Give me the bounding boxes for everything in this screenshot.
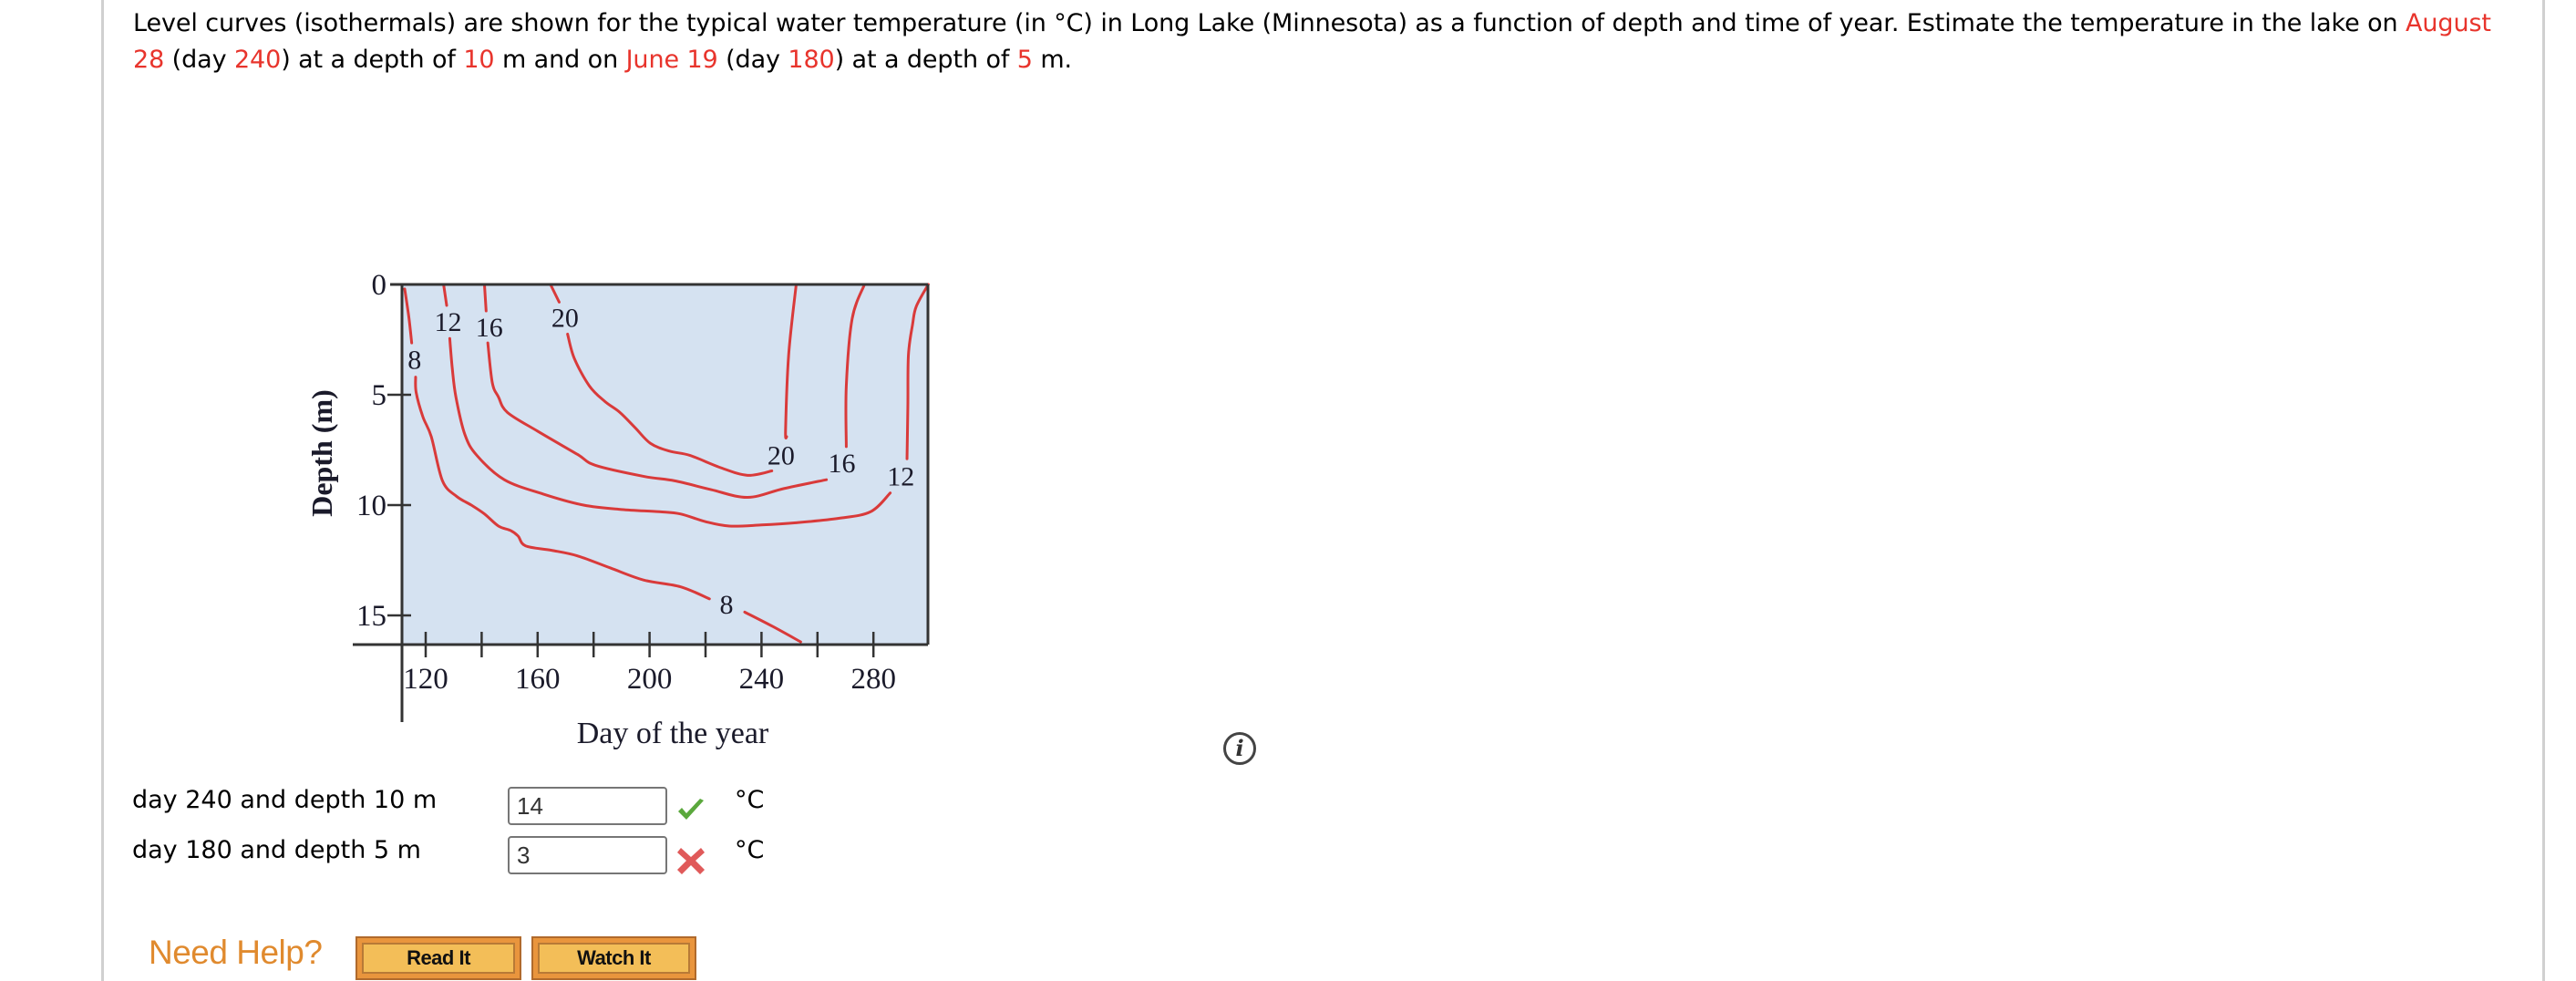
isotherm-12-label-0: 12 <box>435 307 462 337</box>
isotherm-20-label-1: 20 <box>768 441 795 471</box>
x-tick-label-240: 240 <box>739 663 785 696</box>
read-it-label: Read It <box>362 943 515 974</box>
isotherm-8-label-0: 8 <box>407 345 421 375</box>
isotherm-16-label-1: 16 <box>829 449 856 479</box>
correct-check-icon <box>678 799 704 820</box>
y-tick-label-15: 15 <box>356 600 386 633</box>
y-tick-label-10: 10 <box>356 490 386 522</box>
info-icon[interactable]: i <box>1223 732 1256 765</box>
read-it-button[interactable]: Read It <box>355 936 521 980</box>
x-axis-label: Day of the year <box>577 717 769 750</box>
isotherm-8-label-1: 8 <box>720 590 734 620</box>
isotherm-16-label-0: 16 <box>476 313 503 343</box>
isotherm-12-label-1: 12 <box>887 462 914 492</box>
answer-input-1[interactable] <box>508 787 667 825</box>
watch-it-label: Watch It <box>538 943 690 974</box>
unit-label-1: °C <box>735 786 765 814</box>
unit-label-2: °C <box>735 836 765 864</box>
x-tick-label-200: 200 <box>627 663 673 696</box>
isotherm-16-segment-0 <box>482 283 488 313</box>
y-tick-label-0: 0 <box>372 269 387 302</box>
y-axis-label: Depth (m) <box>305 389 338 517</box>
x-tick-label-120: 120 <box>403 663 448 696</box>
answer-input-2[interactable] <box>508 836 667 874</box>
x-tick-label-160: 160 <box>515 663 561 696</box>
incorrect-x-icon <box>677 848 705 874</box>
watch-it-button[interactable]: Watch It <box>531 936 696 980</box>
isotherm-contour-chart: 8 8 12 12 16 16 20 20 120 160 200 240 280 0 5 10 15 Day… <box>305 269 930 750</box>
answer-label-1: day 240 and depth 10 m <box>132 786 438 814</box>
isotherm-20-label-0: 20 <box>551 303 579 333</box>
y-tick-label-5: 5 <box>372 379 387 412</box>
answer-label-2: day 180 and depth 5 m <box>132 836 421 864</box>
need-help-label: Need Help? <box>149 934 323 971</box>
x-tick-label-280: 280 <box>850 663 896 696</box>
